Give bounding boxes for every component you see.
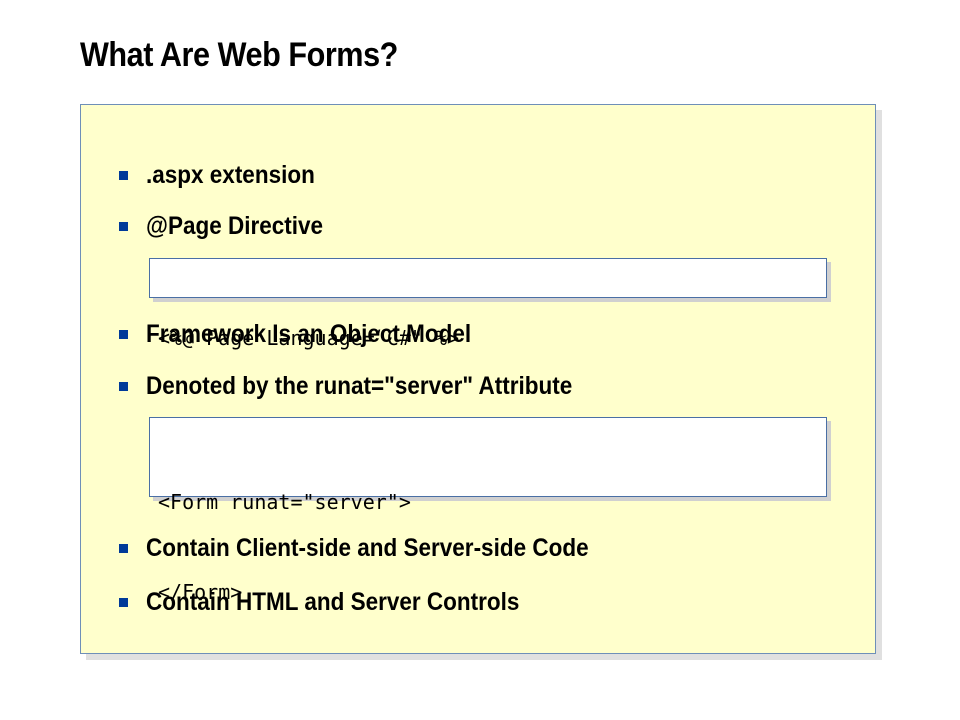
bullet-text: Framework Is an Object Model (146, 319, 472, 348)
bullet-square-icon (119, 170, 128, 180)
form-code-box: <Form runat="server"> </Form> (149, 417, 827, 604)
bullet-html-server-controls: Contain HTML and Server Controls (119, 585, 561, 619)
content-panel: .aspx extension @Page Directive <%@ Page… (80, 104, 876, 654)
bullet-page-directive: @Page Directive (119, 209, 343, 243)
bullet-square-icon (119, 597, 128, 607)
bullet-text: Contain Client-side and Server-side Code (146, 533, 589, 562)
slide-title: What Are Web Forms? (80, 36, 398, 74)
bullet-client-server-code: Contain Client-side and Server-side Code (119, 531, 638, 565)
bullet-square-icon (119, 543, 128, 553)
bullet-runat-server: Denoted by the runat="server" Attribute (119, 369, 620, 403)
code-line: <Form runat="server"> (158, 490, 411, 514)
bullet-square-icon (119, 381, 128, 391)
bullet-text: Denoted by the runat="server" Attribute (146, 371, 573, 400)
bullet-text: Contain HTML and Server Controls (146, 587, 520, 616)
bullet-framework-object-model: Framework Is an Object Model (119, 317, 507, 351)
bullet-text: @Page Directive (146, 211, 324, 240)
page-directive-code-box: <%@ Page Language=“C#" %> (149, 258, 827, 350)
bullet-square-icon (119, 221, 128, 231)
bullet-square-icon (119, 329, 128, 339)
bullet-text: .aspx extension (146, 160, 315, 189)
bullet-aspx-extension: .aspx extension (119, 158, 334, 192)
